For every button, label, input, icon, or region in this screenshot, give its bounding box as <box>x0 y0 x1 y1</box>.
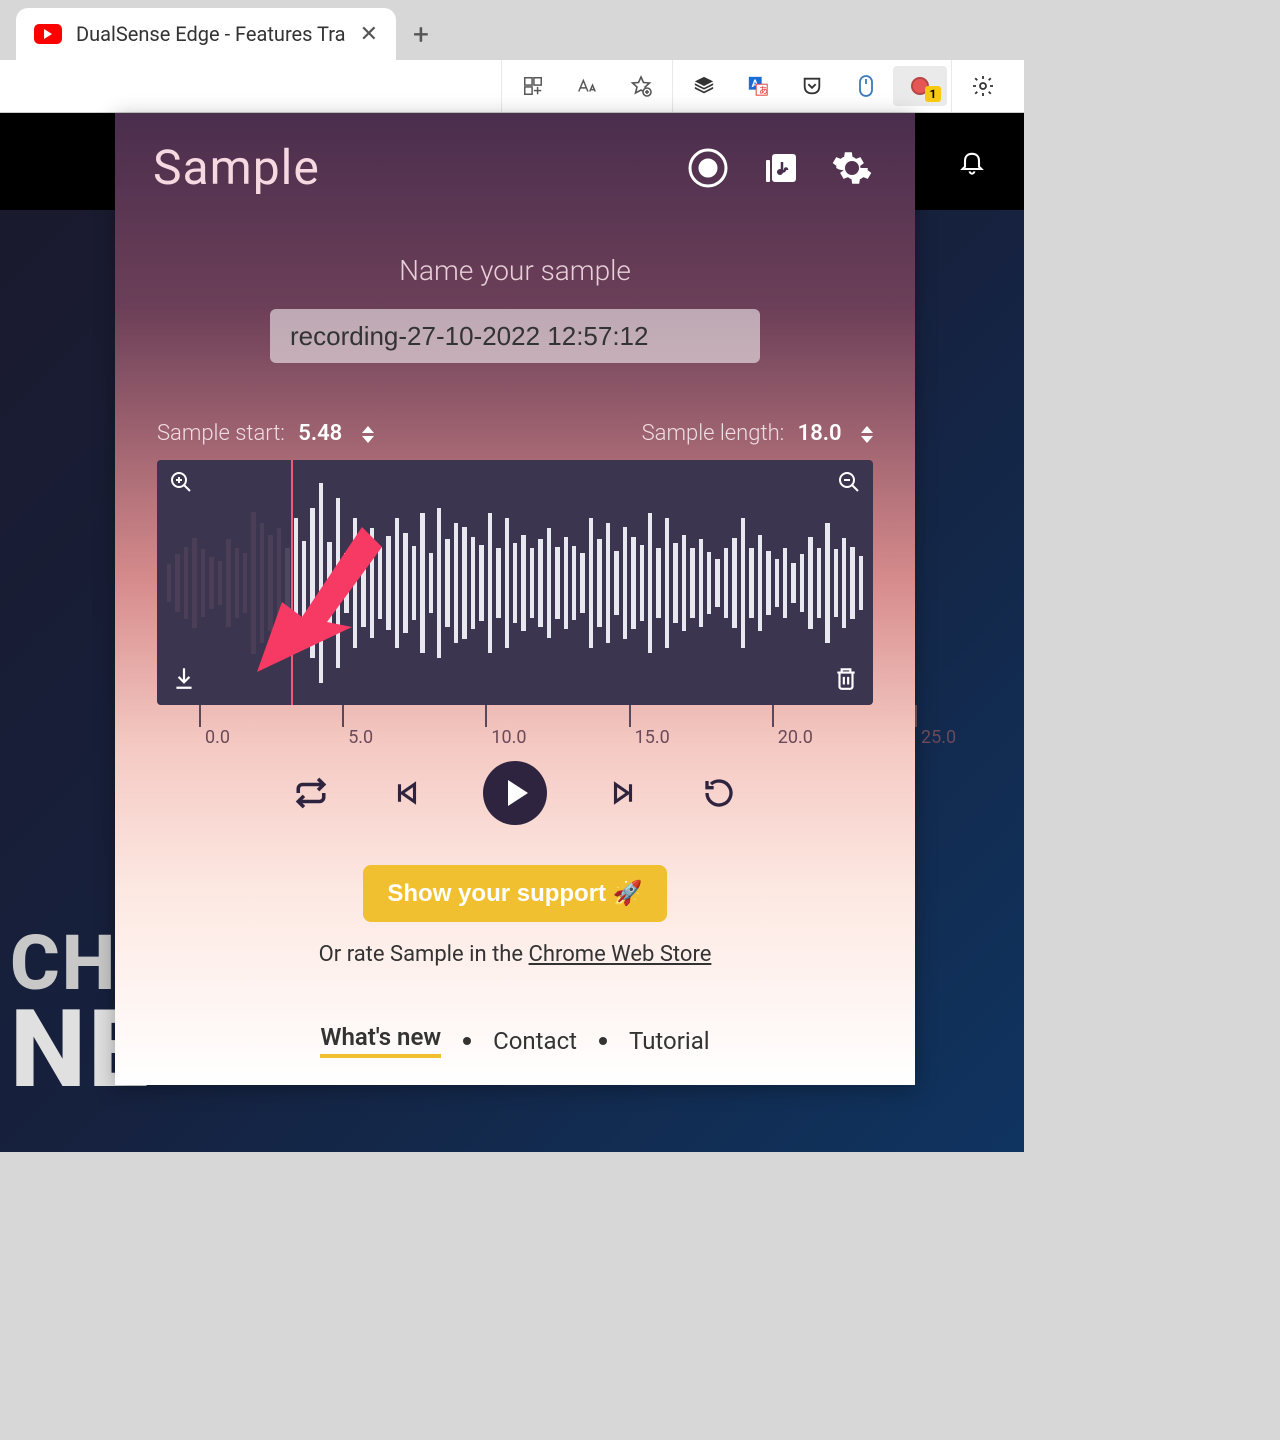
svg-text:あ: あ <box>759 85 768 96</box>
show-support-button[interactable]: Show your support 🚀 <box>363 865 666 922</box>
loop-button[interactable] <box>291 773 331 813</box>
mouse-extension-icon[interactable] <box>839 66 893 106</box>
close-tab-icon[interactable]: ✕ <box>360 22 378 47</box>
font-size-icon[interactable] <box>560 66 614 106</box>
skip-forward-button[interactable] <box>603 773 643 813</box>
gear-icon[interactable] <box>827 143 877 193</box>
browser-toolbar: Aあ 1 <box>0 60 1024 113</box>
chrome-web-store-link[interactable]: Chrome Web Store <box>529 942 712 967</box>
separator-dot <box>599 1037 607 1045</box>
sample-name-input[interactable] <box>270 309 760 363</box>
browser-tab[interactable]: DualSense Edge - Features Tra ✕ <box>16 8 396 60</box>
name-your-sample-label: Name your sample <box>115 254 915 287</box>
record-button[interactable] <box>683 143 733 193</box>
favorites-icon[interactable] <box>614 66 668 106</box>
skip-back-button[interactable] <box>387 773 427 813</box>
browser-tab-strip: DualSense Edge - Features Tra ✕ + <box>0 0 1024 60</box>
sample-length-group: Sample length: 18.0 <box>642 421 873 446</box>
waveform-timeline: 0.05.010.015.020.025.0 <box>199 705 831 751</box>
sample-length-stepper[interactable] <box>861 426 873 443</box>
whats-new-link[interactable]: What's new <box>320 1023 441 1058</box>
download-icon[interactable] <box>171 665 197 695</box>
extensions-icon[interactable] <box>506 66 560 106</box>
library-button[interactable] <box>755 143 805 193</box>
settings-icon[interactable] <box>956 66 1010 106</box>
sample-start-label: Sample start: <box>157 421 285 446</box>
sample-start-group: Sample start: 5.48 <box>157 421 374 446</box>
waveform-editor[interactable] <box>157 460 873 705</box>
tab-title: DualSense Edge - Features Tra <box>76 22 346 46</box>
restart-button[interactable] <box>699 773 739 813</box>
pocket-extension-icon[interactable] <box>785 66 839 106</box>
record-badge: 1 <box>925 86 941 102</box>
play-button[interactable] <box>483 761 547 825</box>
separator-dot <box>463 1037 471 1045</box>
playback-controls <box>115 761 915 825</box>
zoom-out-icon[interactable] <box>837 470 861 498</box>
youtube-icon <box>34 24 62 44</box>
zoom-in-icon[interactable] <box>169 470 193 498</box>
sample-start-value: 5.48 <box>298 421 342 446</box>
sample-length-value: 18.0 <box>798 421 842 446</box>
sample-extension-popup: Sample Name your sample Sample start: 5.… <box>115 113 915 1085</box>
annotation-arrow <box>207 512 387 672</box>
translate-extension-icon[interactable]: Aあ <box>731 66 785 106</box>
popup-footer-links: What's new Contact Tutorial <box>115 1023 915 1058</box>
sample-start-stepper[interactable] <box>362 426 374 443</box>
popup-title: Sample <box>153 139 661 196</box>
trash-icon[interactable] <box>833 665 859 695</box>
new-tab-button[interactable]: + <box>396 8 446 60</box>
sample-length-label: Sample length: <box>642 421 785 446</box>
sample-extension-icon[interactable]: 1 <box>893 66 947 106</box>
tutorial-link[interactable]: Tutorial <box>629 1027 710 1055</box>
rate-text: Or rate Sample in the Chrome Web Store <box>115 942 915 967</box>
contact-link[interactable]: Contact <box>493 1027 577 1055</box>
notifications-bell-icon[interactable] <box>958 148 986 180</box>
buffer-extension-icon[interactable] <box>677 66 731 106</box>
